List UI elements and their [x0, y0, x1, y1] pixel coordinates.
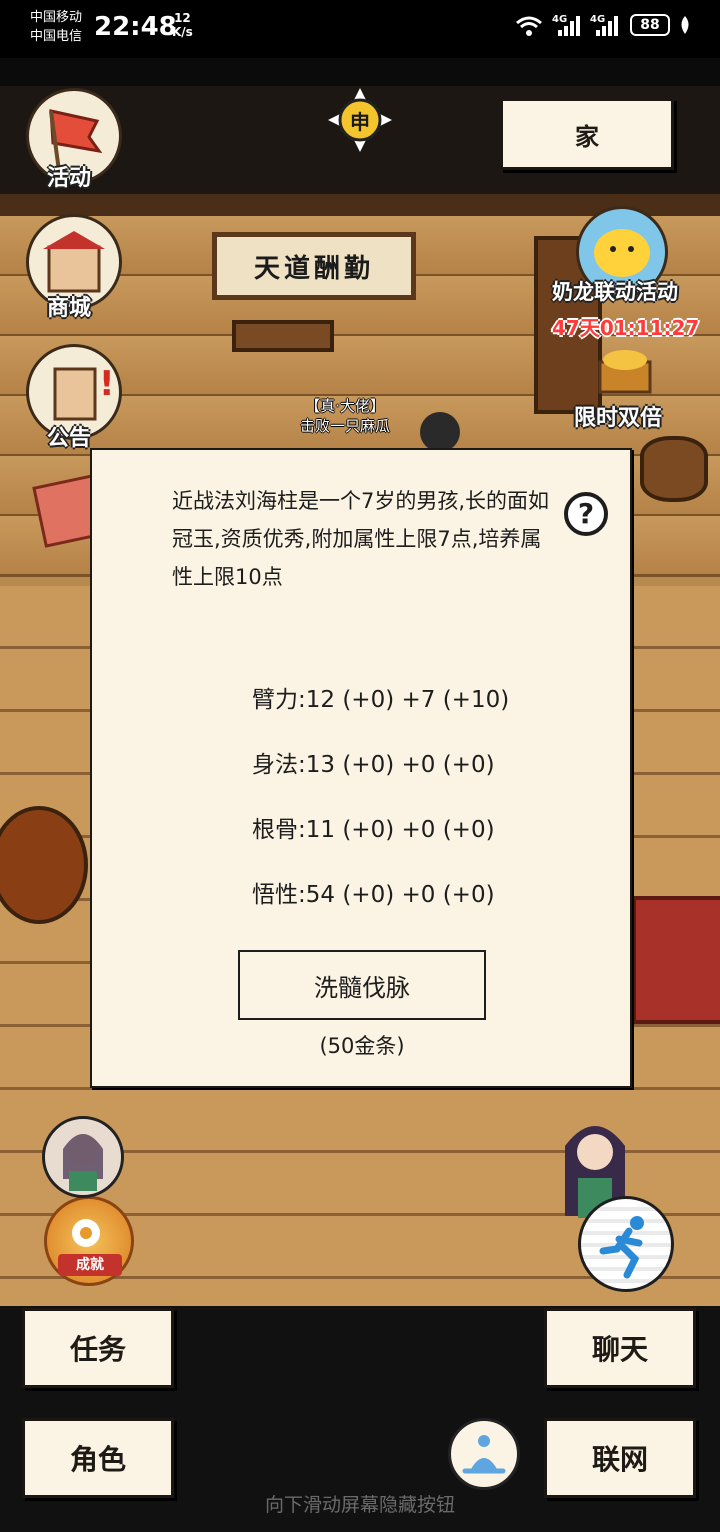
run-button[interactable]	[578, 1196, 674, 1292]
help-button[interactable]: ?	[564, 492, 608, 536]
event-timer: 47天01:11:27	[552, 316, 700, 340]
svg-text:!: !	[99, 364, 115, 404]
double-reward-label: 限时双倍	[574, 406, 663, 431]
barrel	[640, 436, 708, 502]
character-description: 近战法刘海柱是一个7岁的男孩,长的面如冠玉,资质优秀,附加属性上限7点,培养属性…	[172, 489, 550, 589]
carrier-1: 中国移动	[30, 10, 83, 25]
day-badge-text: 申	[350, 110, 370, 134]
battery-indicator: 88	[630, 14, 670, 36]
carrier-2: 中国电信	[30, 29, 83, 44]
character-info-dialog: 近战法刘海柱是一个7岁的男孩,长的面如冠玉,资质优秀,附加属性上限7点,培养属性…	[90, 448, 632, 1088]
npc-head[interactable]	[420, 412, 460, 452]
stat-agility: 身法:13 (+0) +0 (+0)	[252, 752, 495, 778]
signal-icon-1	[558, 16, 580, 36]
character-icon	[63, 1133, 103, 1191]
notice-label: 公告	[47, 426, 92, 451]
stat-constitution: 根骨:11 (+0) +0 (+0)	[252, 817, 495, 843]
cleanse-cost: (50金条)	[319, 1034, 405, 1058]
speed-value: 12	[174, 11, 191, 25]
event-label: 奶龙联动活动	[552, 280, 678, 304]
time-badge: 申	[326, 86, 394, 154]
running-man-icon	[599, 1216, 644, 1279]
cleanse-marrow-button[interactable]: 洗髓伐脉	[238, 950, 486, 1020]
speed-unit: K/s	[172, 25, 193, 39]
role-button[interactable]: 角色	[22, 1418, 174, 1498]
desk	[232, 320, 334, 352]
wifi-icon	[516, 16, 542, 36]
status-bar: 中国移动 中国电信 22:48 12 K/s 4G 4G 88	[0, 0, 720, 58]
carrier-info: 中国移动 中国电信	[30, 8, 82, 46]
red-sofa	[632, 896, 720, 1024]
shop-label: 商城	[47, 296, 92, 321]
signal-icon-2	[596, 16, 618, 36]
achievement-label: 成就	[58, 1254, 122, 1276]
chat-button[interactable]: 聊天	[544, 1308, 696, 1388]
network-button[interactable]: 联网	[544, 1418, 696, 1498]
wall-sign: 天道酬勤	[212, 232, 416, 300]
leaf-icon	[681, 16, 689, 34]
hide-buttons-hint: 向下滑动屏幕隐藏按钮	[264, 1494, 455, 1516]
meditate-button[interactable]	[448, 1418, 520, 1490]
meditation-icon	[462, 1435, 506, 1474]
npc-name: 击败一只麻瓜	[300, 417, 391, 435]
clock: 22:48	[94, 12, 177, 42]
character-avatar[interactable]	[42, 1116, 124, 1198]
network-speed: 12 K/s	[172, 11, 193, 39]
double-reward-button[interactable]	[592, 340, 658, 396]
npc-title: 【真·大佬】	[305, 397, 385, 415]
treasure-chest-icon	[598, 350, 652, 394]
task-button[interactable]: 任务	[22, 1308, 174, 1388]
activity-label: 活动	[47, 166, 92, 191]
stat-strength: 臂力:12 (+0) +7 (+10)	[252, 687, 510, 713]
npc-tag[interactable]: 【真·大佬】 击败一只麻瓜	[300, 396, 390, 436]
home-button[interactable]: 家	[500, 98, 674, 170]
stat-comprehension: 悟性:54 (+0) +0 (+0)	[252, 882, 495, 908]
